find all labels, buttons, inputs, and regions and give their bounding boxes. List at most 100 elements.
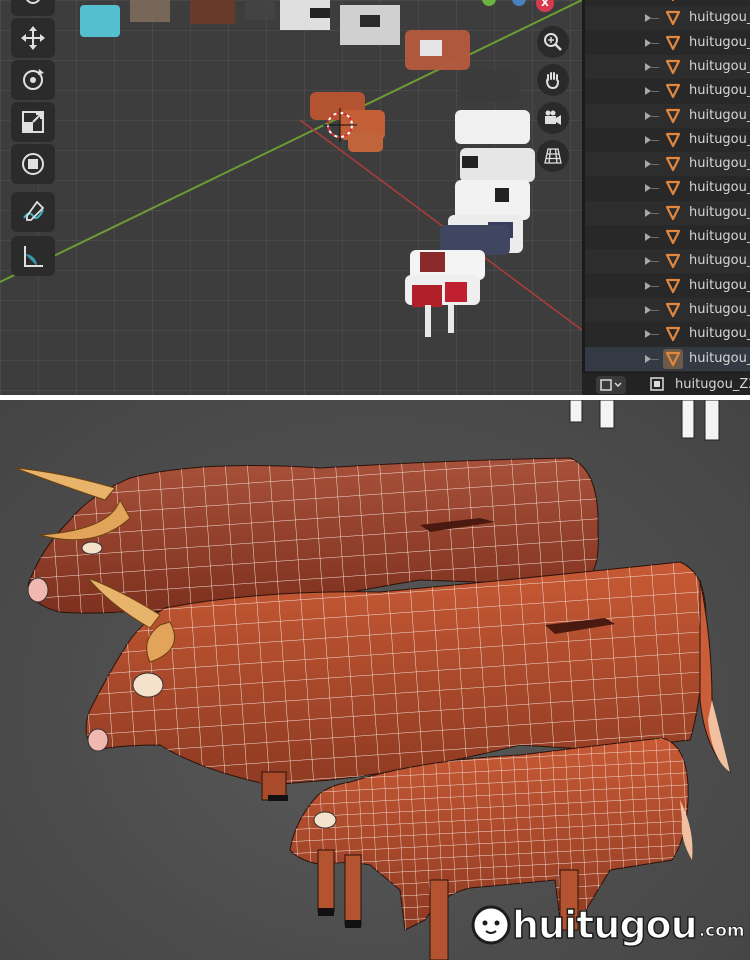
- mesh-object-icon: [663, 227, 683, 247]
- tree-connector: [651, 91, 659, 93]
- tree-connector: [651, 261, 659, 263]
- outliner-item[interactable]: huitugou_Z: [585, 79, 750, 103]
- tree-connector: [651, 18, 659, 20]
- outliner-item[interactable]: huitugou_Z: [585, 54, 750, 79]
- tree-connector: [651, 115, 659, 117]
- watermark-brand: huitugou: [511, 902, 698, 948]
- camera-icon: [545, 110, 561, 125]
- mesh-object-icon: [663, 154, 683, 174]
- mesh-object-icon: [663, 106, 683, 126]
- outliner-item-label: huitugou_Z: [689, 180, 750, 196]
- select-icon: [26, 0, 40, 4]
- move-icon: [21, 26, 45, 50]
- viewport-scene: [0, 0, 582, 337]
- mesh-object-icon: [663, 57, 683, 77]
- outliner-item[interactable]: huitugou_Z: [585, 274, 750, 298]
- tree-connector: [651, 237, 659, 238]
- editor-type-dropdown[interactable]: [596, 376, 626, 394]
- mesh-object-icon: [663, 8, 683, 28]
- outliner-item-label: huitugou_Z: [689, 229, 750, 244]
- outliner-item-label: huitugou_Z: [689, 0, 750, 1]
- select-tool-button[interactable]: [11, 0, 55, 16]
- outliner-item[interactable]: huitugou_Z: [585, 103, 750, 128]
- zoom-button[interactable]: [537, 26, 569, 58]
- cow-models: [14, 400, 732, 960]
- tree-connector: [651, 212, 659, 214]
- outliner-item[interactable]: huitugou_Z: [585, 225, 750, 249]
- active-object-name[interactable]: huitugou_Z2: [675, 377, 750, 392]
- mesh-object-icon: [663, 348, 683, 369]
- outliner-item-label: huitugou_Z: [689, 58, 750, 74]
- tree-connector: [651, 358, 659, 360]
- transform-icon: [22, 153, 44, 175]
- camera-view-button[interactable]: [537, 102, 569, 134]
- cow-row-top: [80, 0, 470, 70]
- outliner-item-label: huitugou_Z: [689, 301, 750, 317]
- tree-connector: [651, 66, 659, 68]
- rotate-tool-button[interactable]: [11, 60, 55, 100]
- outliner-item[interactable]: huitugou_Z: [585, 346, 750, 371]
- mesh-object-icon: [663, 178, 683, 198]
- outliner-item[interactable]: huitugou_Z: [585, 152, 750, 177]
- outliner-item[interactable]: huitugou_Z: [585, 31, 750, 55]
- properties-header: huitugou_Z2: [582, 372, 750, 395]
- outliner-item-label: huitugou_Z: [689, 277, 750, 293]
- mesh-object-icon: [663, 324, 683, 344]
- outliner-panel[interactable]: huitugou_Z huitugou_Z huitugou_Z huitugou_Z…: [582, 0, 750, 395]
- outliner-item[interactable]: huitugou_Z: [585, 249, 750, 274]
- annotate-icon: [23, 200, 45, 221]
- tree-connector: [651, 285, 659, 287]
- outliner-item-label: huitugou_Z: [689, 83, 750, 99]
- outliner-item[interactable]: huitugou_Z: [585, 200, 750, 225]
- 3d-viewport[interactable]: X: [0, 0, 582, 395]
- mesh-object-icon: [663, 251, 683, 271]
- outliner-item-label: huitugou_Z: [689, 131, 750, 147]
- outliner-item-label: huitugou_Z: [689, 326, 750, 342]
- mesh-object-icon: [663, 0, 683, 4]
- outliner-item-label: huitugou_Z: [689, 204, 750, 220]
- outliner-item-label: huitugou_Z: [689, 34, 750, 50]
- mesh-object-icon: [663, 203, 683, 223]
- cow-row-right: [405, 70, 535, 337]
- mesh-object-icon: [663, 276, 683, 296]
- cow-wireframe-render: huitugou .com: [0, 400, 750, 960]
- pan-button[interactable]: [537, 64, 569, 96]
- tree-connector: [651, 188, 659, 190]
- outliner-item[interactable]: huitugou_Z: [585, 176, 750, 200]
- watermark-logo: huitugou .com: [470, 895, 745, 955]
- blender-window: X huitugou huitugou huitugou huitugou hu…: [0, 0, 750, 395]
- scale-icon: [22, 111, 44, 133]
- measure-tool-button[interactable]: [11, 236, 55, 276]
- tree-connector: [651, 309, 659, 311]
- move-tool-button[interactable]: [11, 18, 55, 58]
- rotate-icon: [23, 69, 44, 90]
- scale-tool-button[interactable]: [11, 102, 55, 142]
- properties-editor-icon: [600, 379, 622, 391]
- zoom-icon: [544, 33, 562, 51]
- distant-cow-legs: [569, 400, 720, 441]
- outliner-item-label: huitugou_Z: [689, 107, 750, 123]
- mesh-object-icon: [663, 33, 683, 53]
- transform-tool-button[interactable]: [11, 144, 55, 184]
- grid-perspective-icon: [544, 148, 562, 164]
- tree-connector: [651, 139, 659, 141]
- outliner-item[interactable]: huitugou_Z: [585, 322, 750, 346]
- outliner-item-label: huitugou_Z: [689, 253, 750, 269]
- outliner-item-label: huitugou_Z: [689, 156, 750, 172]
- outliner-item-label: huitugou_Z: [689, 350, 750, 366]
- mesh-object-icon: [663, 81, 683, 101]
- outliner-item[interactable]: huitugou_Z: [585, 297, 750, 322]
- tree-connector: [651, 164, 659, 166]
- outliner-item[interactable]: huitugou_Z: [585, 0, 750, 6]
- outliner-item[interactable]: huitugou_Z: [585, 6, 750, 31]
- object-data-icon: [650, 377, 664, 391]
- tree-connector: [651, 42, 659, 44]
- annotate-tool-button[interactable]: [11, 192, 55, 232]
- perspective-toggle-button[interactable]: [537, 140, 569, 172]
- tree-connector: [651, 334, 659, 336]
- measure-icon: [24, 246, 43, 267]
- outliner-item-label: huitugou_Z: [689, 10, 750, 26]
- dog-logo-icon: [471, 905, 511, 945]
- hand-pan-icon: [546, 72, 559, 90]
- outliner-item[interactable]: huitugou_Z: [585, 128, 750, 152]
